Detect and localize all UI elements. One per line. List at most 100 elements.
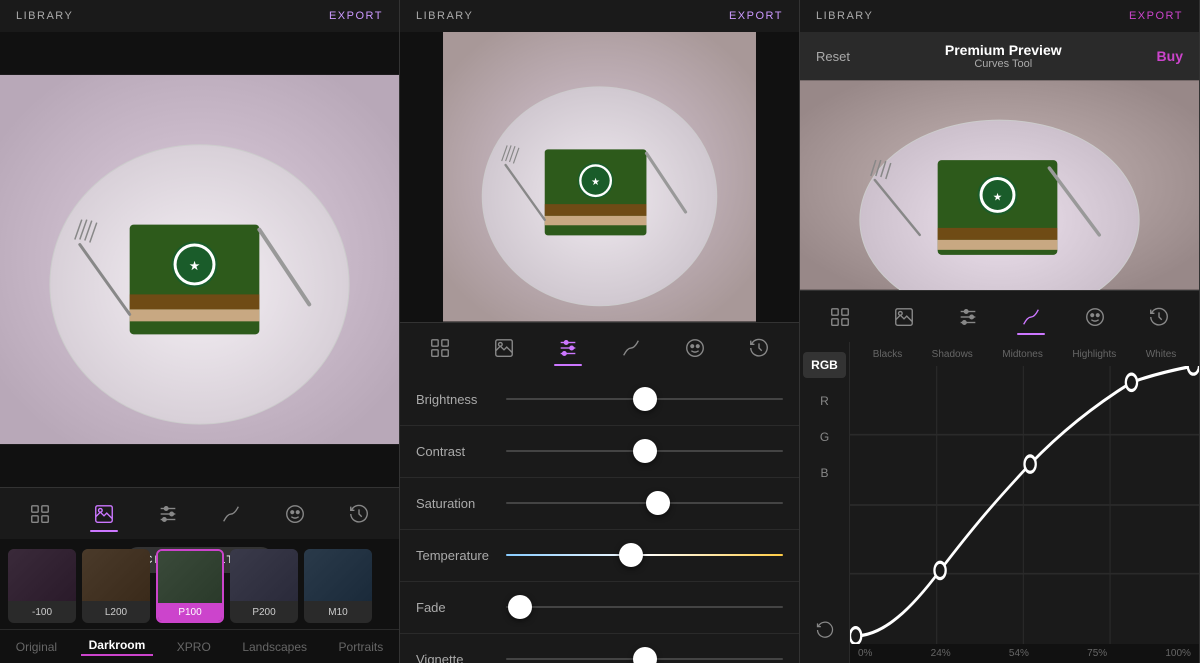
filter-thumb-minus100[interactable]: -100: [8, 549, 76, 623]
curves-container: RGB R G B Blacks Shadows Midto: [800, 342, 1199, 663]
curves-icon-3[interactable]: [1011, 297, 1051, 337]
grid-icon-1[interactable]: [20, 494, 60, 534]
brightness-thumb[interactable]: [633, 387, 657, 411]
photo-2: ★: [400, 32, 799, 322]
image-icon-2[interactable]: [484, 328, 524, 368]
rgb-label: RGB: [811, 358, 838, 372]
channel-b[interactable]: B: [812, 460, 836, 486]
cat-landscapes[interactable]: Landscapes: [234, 640, 315, 654]
filter-thumb-m10[interactable]: M10: [304, 549, 372, 623]
sliders-icon-1[interactable]: [148, 494, 188, 534]
premium-banner: Reset Premium Preview Curves Tool Buy: [800, 32, 1199, 80]
curves-svg-wrapper: [850, 366, 1199, 644]
sliders-icon-2[interactable]: [548, 328, 588, 368]
saturation-label: Saturation: [416, 496, 506, 511]
cat-portraits[interactable]: Portraits: [331, 640, 392, 654]
svg-text:★: ★: [592, 177, 601, 187]
b-label: B: [820, 466, 828, 480]
premium-title: Premium Preview Curves Tool: [850, 42, 1157, 70]
channel-rgb[interactable]: RGB: [803, 352, 846, 378]
fade-thumb[interactable]: [508, 595, 532, 619]
temperature-label: Temperature: [416, 548, 506, 563]
reset-button[interactable]: Reset: [816, 49, 850, 64]
svg-text:★: ★: [190, 260, 200, 272]
temperature-thumb[interactable]: [619, 543, 643, 567]
panel1-header: LIBRARY EXPORT: [0, 0, 399, 32]
fade-row: Fade: [400, 582, 799, 634]
photo-area-1: ★: [0, 32, 399, 487]
history-icon-1[interactable]: [339, 494, 379, 534]
face-icon-2[interactable]: [675, 328, 715, 368]
brightness-slider[interactable]: [506, 398, 783, 400]
saturation-row: Saturation: [400, 478, 799, 530]
pct-100: 100%: [1165, 648, 1191, 659]
contrast-row: Contrast: [400, 426, 799, 478]
temperature-slider[interactable]: [506, 554, 783, 556]
contrast-thumb[interactable]: [633, 439, 657, 463]
fade-label: Fade: [416, 600, 506, 615]
panel2-header: LIBRARY EXPORT: [400, 0, 799, 32]
photo-area-2: ★: [400, 32, 799, 322]
filter-thumb-p100[interactable]: P100: [156, 549, 224, 623]
curves-graph-area: Blacks Shadows Midtones Highlights White…: [850, 342, 1199, 663]
image-icon-1[interactable]: [84, 494, 124, 534]
premium-title-sub: Curves Tool: [850, 58, 1157, 70]
r-label: R: [820, 394, 829, 408]
pct-54: 54%: [1009, 648, 1029, 659]
fade-slider[interactable]: [506, 606, 783, 608]
saturation-thumb[interactable]: [646, 491, 670, 515]
curves-icon-2[interactable]: [611, 328, 651, 368]
history-icon-3[interactable]: [1139, 297, 1179, 337]
library-label-3: LIBRARY: [816, 10, 873, 22]
cat-original[interactable]: Original: [8, 640, 65, 654]
saturation-slider[interactable]: [506, 502, 783, 504]
g-label: G: [820, 430, 829, 444]
temperature-row: Temperature: [400, 530, 799, 582]
filter-thumb-l200[interactable]: L200: [82, 549, 150, 623]
midtones-label: Midtones: [1002, 349, 1043, 360]
highlights-label: Highlights: [1072, 349, 1116, 360]
premium-title-main: Premium Preview: [850, 42, 1157, 58]
channel-r[interactable]: R: [812, 388, 837, 414]
pct-0: 0%: [858, 648, 872, 659]
undo-icon-area[interactable]: [815, 612, 835, 653]
face-icon-1[interactable]: [275, 494, 315, 534]
panel-adjustments: LIBRARY EXPORT ★: [400, 0, 800, 663]
brightness-row: Brightness: [400, 374, 799, 426]
photo-1: ★: [0, 32, 399, 487]
filter-thumb-p200[interactable]: P200: [230, 549, 298, 623]
svg-text:★: ★: [993, 192, 1002, 202]
history-icon-2[interactable]: [739, 328, 779, 368]
vignette-slider[interactable]: [506, 658, 783, 660]
vignette-thumb[interactable]: [633, 647, 657, 663]
contrast-slider[interactable]: [506, 450, 783, 452]
photo-area-3: ★: [800, 80, 1199, 290]
panel3-header: LIBRARY EXPORT: [800, 0, 1199, 32]
sliders-icon-3[interactable]: [948, 297, 988, 337]
panel-curves: LIBRARY EXPORT Reset Premium Preview Cur…: [800, 0, 1200, 663]
undo-icon: [815, 620, 835, 640]
toolbar-1: [0, 487, 399, 539]
export-label-1[interactable]: EXPORT: [329, 10, 383, 22]
cat-xpro[interactable]: XPRO: [169, 640, 219, 654]
adjustments-panel: Brightness Contrast Saturation Temperatu…: [400, 374, 799, 663]
export-label-2[interactable]: EXPORT: [729, 10, 783, 22]
channel-g[interactable]: G: [812, 424, 837, 450]
cat-darkroom[interactable]: Darkroom: [81, 638, 154, 656]
buy-button[interactable]: Buy: [1157, 48, 1183, 64]
whites-label: Whites: [1146, 349, 1177, 360]
brightness-label: Brightness: [416, 392, 506, 407]
grid-icon-3[interactable]: [820, 297, 860, 337]
face-icon-3[interactable]: [1075, 297, 1115, 337]
panel-library-filter: LIBRARY EXPORT: [0, 0, 400, 663]
toolbar-2: [400, 322, 799, 374]
filter-bar: CREATE FILTER -100 L200 P100 P200 M10: [0, 539, 399, 629]
grid-icon-2[interactable]: [420, 328, 460, 368]
export-label-3[interactable]: EXPORT: [1129, 10, 1183, 22]
toolbar-3: [800, 290, 1199, 342]
vignette-row: Vignette: [400, 634, 799, 663]
image-icon-3[interactable]: [884, 297, 924, 337]
curves-svg: [850, 366, 1199, 644]
curves-icon-1[interactable]: [211, 494, 251, 534]
shadows-label: Shadows: [932, 349, 973, 360]
